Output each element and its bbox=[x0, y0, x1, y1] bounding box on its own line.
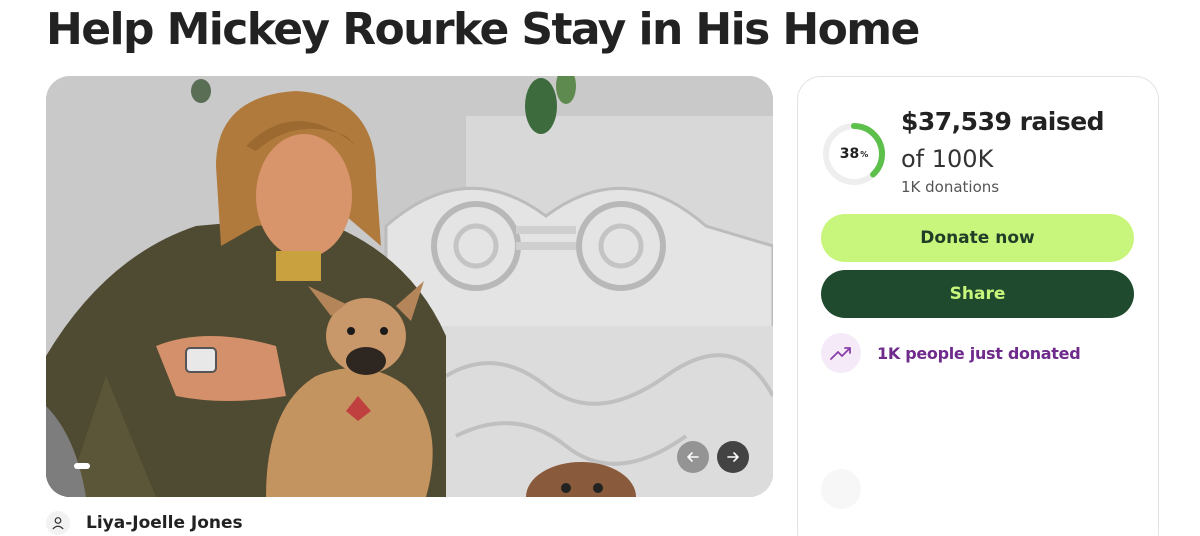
organizer[interactable]: Liya-Joelle Jones bbox=[46, 511, 243, 535]
progress-percent: 38% bbox=[839, 146, 869, 162]
campaign-photo bbox=[46, 76, 773, 497]
campaign-page: Help Mickey Rourke Stay in His Home Liya… bbox=[0, 0, 1200, 536]
trending-up-icon bbox=[821, 333, 861, 373]
amount-raised: $37,539 raised bbox=[901, 107, 1105, 136]
page-title: Help Mickey Rourke Stay in His Home bbox=[46, 4, 920, 55]
arrow-right-icon bbox=[727, 452, 739, 462]
recent-donations-notice: 1K people just donated bbox=[821, 333, 1081, 373]
donation-count: 1K donations bbox=[901, 178, 1000, 196]
avatar bbox=[46, 511, 70, 535]
placeholder-avatar bbox=[821, 469, 861, 509]
campaign-image-carousel[interactable] bbox=[46, 76, 773, 497]
goal-amount: of 100K bbox=[901, 145, 994, 173]
donation-card: 38% $37,539 raised of 100K 1K donations … bbox=[797, 76, 1159, 536]
trend-text: 1K people just donated bbox=[877, 343, 1081, 363]
user-icon bbox=[52, 517, 64, 530]
organizer-name: Liya-Joelle Jones bbox=[86, 513, 243, 533]
arrow-left-icon bbox=[687, 452, 699, 462]
carousel-prev-button[interactable] bbox=[677, 441, 709, 473]
share-button[interactable]: Share bbox=[821, 270, 1134, 318]
donate-now-button[interactable]: Donate now bbox=[821, 214, 1134, 262]
carousel-next-button[interactable] bbox=[717, 441, 749, 473]
carousel-indicator[interactable] bbox=[74, 463, 90, 469]
